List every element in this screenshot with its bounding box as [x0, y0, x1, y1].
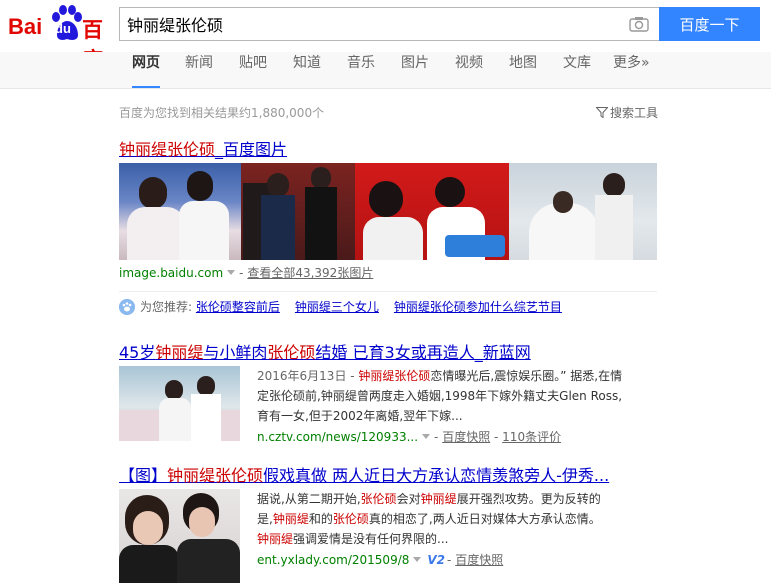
abstract-highlight: 钟丽缇 — [257, 532, 294, 546]
abstract-text: 恋情曝光后,震惊娱乐圈。” 据悉,在情 — [430, 369, 623, 383]
title-highlight: 钟丽缇张伦硕 — [167, 466, 264, 485]
view-all-link[interactable]: 查看全部43,392张图片 — [247, 266, 373, 280]
abstract-highlight: 张伦硕 — [332, 512, 369, 526]
title-highlight: 张伦硕 — [267, 343, 316, 362]
abstract-text: 据说,从第二期开始, — [257, 492, 361, 506]
recommend-row: 为您推荐: 张伦硕整容前后 钟丽缇三个女儿 钟丽缇张伦硕参加什么综艺节目 — [119, 298, 577, 315]
source-url[interactable]: n.cztv.com/news/120933... — [257, 430, 418, 444]
search-tools-label: 搜索工具 — [610, 106, 659, 120]
result-abstract: 2016年6月13日 - 钟丽缇张伦硕恋情曝光后,震惊娱乐圈。” 据悉,在情 定… — [257, 366, 662, 426]
title-part: 结婚 已育3女或再造人_新蓝网 — [315, 343, 531, 362]
chevron-down-icon[interactable] — [422, 434, 431, 439]
divider — [119, 291, 657, 292]
title-part: 与小鲜肉 — [203, 343, 268, 362]
snapshot-link[interactable]: 百度快照 — [442, 430, 490, 444]
result-thumbnail[interactable] — [119, 366, 240, 441]
vertical-tabs: 网页 新闻 贴吧 知道 音乐 图片 视频 地图 文库 更多» — [0, 52, 771, 89]
v2-badge[interactable]: V2 — [427, 553, 445, 567]
baidu-logo[interactable]: Bai du 百度 — [8, 4, 112, 72]
result-source: ent.yxlady.com/201509/8 V2- 百度快照 — [257, 553, 504, 567]
logo-du: du — [55, 21, 71, 36]
abstract-text: 强调爱情是没有任何界限的... — [293, 532, 449, 546]
chevron-down-icon[interactable] — [227, 270, 236, 275]
tab-more[interactable]: 更多» — [613, 52, 650, 88]
result-title[interactable]: 45岁钟丽缇与小鲜肉张伦硕结婚 已育3女或再造人_新蓝网 — [119, 339, 531, 363]
abstract-text: 育有一女,但于2002年离婚,翌年下嫁... — [257, 409, 463, 423]
tab-web[interactable]: 网页 — [132, 52, 160, 88]
image-result-title[interactable]: 钟丽缇张伦硕_百度图片 — [119, 136, 287, 160]
chevron-down-icon[interactable] — [413, 557, 422, 562]
tab-video[interactable]: 视频 — [455, 52, 483, 88]
result-thumbnail[interactable] — [119, 489, 240, 583]
result-image[interactable] — [355, 163, 509, 260]
abstract-text: 和的 — [308, 512, 333, 526]
camera-icon[interactable] — [629, 16, 649, 32]
comments-link[interactable]: 110条评价 — [502, 430, 561, 444]
abstract-highlight: 钟丽缇 — [420, 492, 457, 506]
source-url[interactable]: ent.yxlady.com/201509/8 — [257, 553, 409, 567]
search-tools-button[interactable]: 搜索工具 — [596, 104, 658, 121]
tab-news[interactable]: 新闻 — [185, 52, 213, 88]
logo-latin: Bai — [8, 14, 43, 39]
abstract-text: 会对 — [396, 492, 421, 506]
search-input[interactable] — [120, 8, 620, 40]
result-source: n.cztv.com/news/120933... - 百度快照 - 110条评价 — [257, 430, 562, 444]
result-title[interactable]: 【图】钟丽缇张伦硕假戏真做 两人近日大方承认恋情羡煞旁人-伊秀... — [119, 462, 609, 486]
result-image[interactable] — [241, 163, 355, 260]
image-result-source: image.baidu.com - 查看全部43,392张图片 — [119, 266, 374, 280]
result-abstract: 据说,从第二期开始,张伦硕会对钟丽缇展开强烈攻势。更为反转的 是,钟丽缇和的张伦… — [257, 489, 662, 549]
tab-wenku[interactable]: 文库 — [563, 52, 591, 88]
search-button[interactable]: 百度一下 — [659, 7, 760, 41]
abstract-text: 展开强烈攻势。更为反转的 — [456, 492, 601, 506]
search-box — [119, 7, 659, 41]
tab-tieba[interactable]: 贴吧 — [239, 52, 267, 88]
result-image[interactable] — [509, 163, 657, 260]
abstract-text: 真的相恋了,两人近日对媒体大方承认恋情。 — [368, 512, 601, 526]
source-url[interactable]: image.baidu.com — [119, 266, 223, 280]
abstract-text: 定张伦硕前,钟丽缇曾两度走入婚姻,1998年下嫁外籍丈夫Glen Ross, — [257, 389, 623, 403]
title-part: 【图】 — [119, 466, 168, 485]
tab-map[interactable]: 地图 — [509, 52, 537, 88]
recommend-label: 为您推荐: — [140, 300, 193, 314]
recommend-link[interactable]: 钟丽缇张伦硕参加什么综艺节目 — [394, 300, 562, 314]
title-part: 假戏真做 两人近日大方承认恋情羡煞旁人-伊秀... — [263, 466, 610, 485]
title-part: 45岁 — [119, 343, 156, 362]
paw-badge-icon — [119, 299, 135, 315]
abstract-highlight: 钟丽缇 — [272, 512, 309, 526]
abstract-highlight: 钟丽缇张伦硕 — [358, 369, 431, 383]
abstract-highlight: 张伦硕 — [360, 492, 397, 506]
snapshot-link[interactable]: 百度快照 — [455, 553, 503, 567]
result-image[interactable] — [119, 163, 241, 260]
result-date: 2016年6月13日 - — [257, 369, 359, 383]
header: Bai du 百度 百度一下 — [0, 0, 771, 72]
tab-music[interactable]: 音乐 — [347, 52, 375, 88]
title-highlight: 钟丽缇张伦硕 — [119, 140, 216, 159]
funnel-icon — [596, 107, 608, 118]
title-highlight: 钟丽缇 — [155, 343, 204, 362]
recommend-link[interactable]: 张伦硕整容前后 — [196, 300, 280, 314]
image-strip — [119, 163, 657, 260]
recommend-link[interactable]: 钟丽缇三个女儿 — [295, 300, 379, 314]
abstract-text: 是, — [257, 512, 273, 526]
result-count: 百度为您找到相关结果约1,880,000个 — [119, 106, 325, 120]
tab-zhidao[interactable]: 知道 — [293, 52, 321, 88]
title-rest: _百度图片 — [215, 140, 288, 159]
tab-images[interactable]: 图片 — [401, 52, 429, 88]
